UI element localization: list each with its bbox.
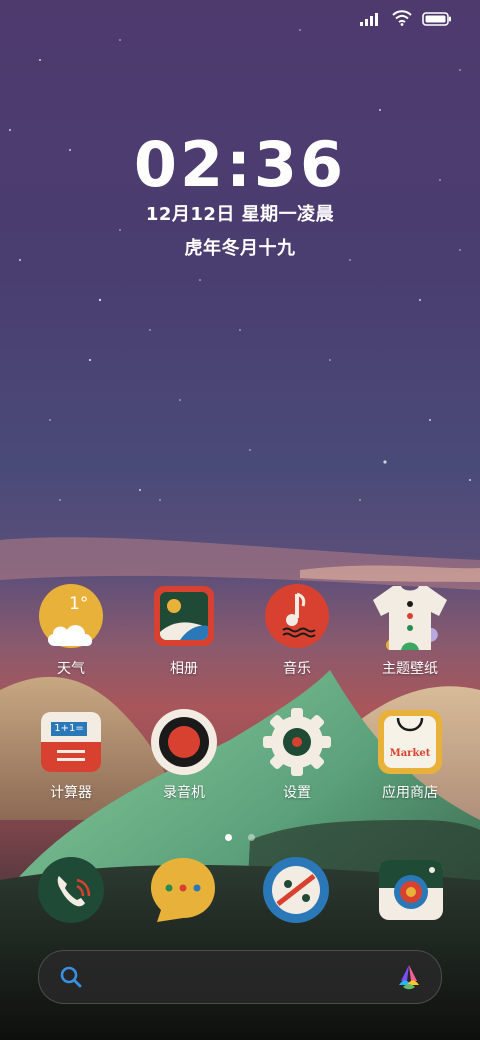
calculator-screen-text: 1+1= bbox=[54, 723, 84, 734]
app-label: 设置 bbox=[283, 785, 311, 801]
dock-phone[interactable] bbox=[37, 856, 105, 924]
calculator-icon: 1+1= bbox=[37, 708, 105, 776]
dock-messages[interactable] bbox=[149, 856, 217, 924]
app-label: 录音机 bbox=[163, 785, 205, 801]
page-indicator[interactable] bbox=[0, 826, 480, 845]
dock-browser[interactable] bbox=[262, 856, 330, 924]
app-themes[interactable]: 主题壁纸 bbox=[355, 584, 465, 678]
recorder-icon bbox=[150, 708, 218, 776]
phone-icon bbox=[38, 857, 104, 923]
app-calculator[interactable]: 1+1= 计算器 bbox=[16, 708, 126, 802]
page-dot[interactable] bbox=[247, 834, 255, 841]
music-icon bbox=[263, 584, 331, 652]
app-settings[interactable]: 设置 bbox=[242, 708, 352, 802]
search-icon[interactable] bbox=[59, 965, 83, 993]
app-music[interactable]: 音乐 bbox=[242, 584, 352, 678]
status-bar bbox=[360, 8, 452, 32]
app-label: 主题壁纸 bbox=[382, 661, 438, 677]
app-recorder[interactable]: 录音机 bbox=[129, 708, 239, 802]
wifi-icon bbox=[392, 10, 412, 30]
assistant-icon[interactable] bbox=[395, 963, 423, 995]
app-label: 应用商店 bbox=[382, 785, 438, 801]
app-label: 天气 bbox=[57, 661, 85, 677]
app-store-icon: Market bbox=[376, 708, 444, 776]
clock-widget[interactable]: 02:36 12月12日 星期一凌晨 虎年冬月十九 bbox=[0, 130, 480, 260]
weather-temperature: 1° bbox=[69, 594, 89, 614]
messages-icon bbox=[151, 858, 215, 922]
search-bar[interactable] bbox=[38, 950, 442, 1004]
signal-bars-icon bbox=[360, 11, 382, 30]
app-label: 计算器 bbox=[50, 785, 92, 801]
weather-icon: 1° bbox=[37, 584, 105, 652]
clock-date: 12月12日 星期一凌晨 bbox=[145, 204, 335, 225]
dock-camera[interactable] bbox=[377, 856, 445, 924]
app-label: 音乐 bbox=[283, 661, 311, 677]
app-label: 相册 bbox=[170, 661, 198, 677]
settings-icon bbox=[263, 708, 331, 776]
app-weather[interactable]: 1° 天气 bbox=[16, 584, 126, 678]
themes-icon bbox=[371, 584, 449, 652]
browser-icon bbox=[263, 857, 329, 923]
lunar-date: 虎年冬月十九 bbox=[184, 238, 296, 259]
clock-time: 02:36 bbox=[133, 128, 347, 201]
battery-full-icon bbox=[422, 11, 452, 30]
app-gallery[interactable]: 相册 bbox=[129, 584, 239, 678]
camera-icon bbox=[379, 860, 443, 920]
gallery-icon bbox=[150, 584, 218, 652]
market-text: Market bbox=[389, 748, 431, 759]
page-dot-active[interactable] bbox=[225, 834, 233, 841]
app-store[interactable]: Market 应用商店 bbox=[355, 708, 465, 802]
